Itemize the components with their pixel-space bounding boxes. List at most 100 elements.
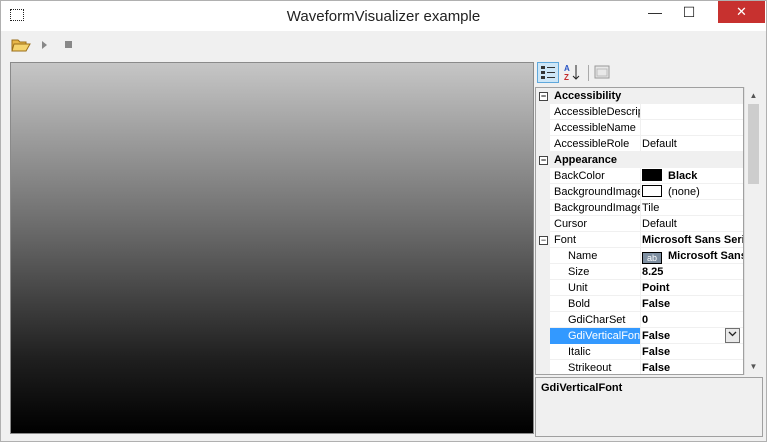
row-gutter: [536, 264, 550, 280]
title-bar: WaveformVisualizer example — ☐ ✕: [1, 1, 766, 31]
svg-text:Z: Z: [564, 73, 569, 82]
property-name: Name: [568, 250, 598, 262]
property-name: Italic: [568, 346, 591, 358]
property-value[interactable]: ab Microsoft Sans Serif: [642, 248, 743, 264]
property-row[interactable]: Cursor Default: [536, 216, 743, 232]
row-gutter: [536, 248, 550, 264]
property-value[interactable]: (none): [642, 184, 743, 200]
row-gutter: [536, 312, 550, 328]
column-divider: [640, 248, 641, 264]
font-preview: ab: [642, 252, 662, 264]
font-name-value: Microsoft Sans Serif: [668, 250, 743, 262]
play-icon[interactable]: [37, 36, 57, 54]
property-value[interactable]: False: [642, 296, 743, 312]
row-gutter: −: [536, 232, 550, 248]
property-row[interactable]: AccessibleDescription: [536, 104, 743, 120]
column-divider: [640, 280, 641, 296]
property-row[interactable]: Name ab Microsoft Sans Serif: [536, 248, 743, 264]
column-divider: [640, 104, 641, 120]
column-divider: [640, 232, 641, 248]
property-value[interactable]: 8.25: [642, 264, 743, 280]
property-row[interactable]: GdiCharSet 0: [536, 312, 743, 328]
property-value[interactable]: Tile: [642, 200, 743, 216]
property-name: GdiCharSet: [568, 314, 626, 326]
property-row[interactable]: Strikeout False: [536, 360, 743, 374]
close-button[interactable]: ✕: [718, 1, 765, 23]
scroll-down-icon[interactable]: ▼: [745, 358, 762, 375]
column-divider: [640, 168, 641, 184]
open-folder-icon[interactable]: [11, 36, 31, 54]
property-name: Bold: [568, 298, 591, 310]
property-name: AccessibleDescription: [554, 106, 640, 118]
row-gutter: [536, 344, 550, 360]
property-row[interactable]: Italic False: [536, 344, 743, 360]
row-gutter: [536, 216, 550, 232]
row-gutter: [536, 296, 550, 312]
row-gutter: [536, 360, 550, 374]
property-name: Cursor: [554, 218, 588, 230]
waveform-canvas[interactable]: [10, 62, 534, 434]
property-grid: A Z − Accessibility AccessibleDescri Acc…: [535, 59, 763, 437]
property-row[interactable]: Bold False: [536, 296, 743, 312]
property-list[interactable]: − Accessibility AccessibleDescription Ac…: [535, 87, 744, 375]
property-row[interactable]: BackgroundImageLayout Tile: [536, 200, 743, 216]
column-divider: [640, 360, 641, 374]
row-gutter: [536, 120, 550, 136]
image-swatch: [642, 185, 662, 197]
property-row[interactable]: AccessibleRole Default: [536, 136, 743, 152]
category-row[interactable]: − Appearance: [536, 152, 743, 168]
property-row[interactable]: AccessibleName: [536, 120, 743, 136]
collapse-icon[interactable]: −: [539, 92, 548, 101]
minimize-button[interactable]: —: [639, 1, 671, 23]
row-gutter: [536, 184, 550, 200]
property-value[interactable]: False: [642, 360, 743, 374]
property-row[interactable]: Size 8.25: [536, 264, 743, 280]
property-value[interactable]: Point: [642, 280, 743, 296]
property-value[interactable]: Default: [642, 216, 743, 232]
property-name: BackgroundImageLayout: [554, 202, 640, 214]
maximize-button[interactable]: ☐: [673, 1, 705, 23]
property-name: Font: [554, 234, 577, 246]
row-gutter: [536, 200, 550, 216]
property-pages-icon[interactable]: [591, 62, 613, 83]
column-divider: [640, 200, 641, 216]
backcolor-value: Black: [668, 170, 698, 182]
property-row[interactable]: Unit Point: [536, 280, 743, 296]
dropdown-button[interactable]: [725, 328, 740, 343]
property-row[interactable]: BackgroundImage (none): [536, 184, 743, 200]
scrollbar-thumb[interactable]: [748, 104, 759, 184]
column-divider: [640, 216, 641, 232]
chevron-down-icon: [728, 331, 737, 337]
main-toolbar: [1, 32, 766, 58]
row-gutter: [536, 168, 550, 184]
column-divider: [640, 184, 641, 200]
description-pane: GdiVerticalFont: [535, 377, 763, 437]
svg-text:A: A: [564, 64, 570, 73]
stop-icon[interactable]: [59, 36, 79, 54]
column-divider: [640, 264, 641, 280]
property-name: AccessibleRole: [554, 138, 630, 150]
column-divider: [640, 296, 641, 312]
category-row[interactable]: − Accessibility: [536, 88, 743, 104]
row-gutter: [536, 280, 550, 296]
alphabetical-sort-icon[interactable]: A Z: [561, 62, 583, 83]
property-name: AccessibleName: [554, 122, 636, 134]
collapse-icon[interactable]: −: [539, 236, 548, 245]
property-row[interactable]: − Font Microsoft Sans Serif, 8.25pt: [536, 232, 743, 248]
row-gutter: [536, 104, 550, 120]
property-row[interactable]: BackColor Black: [536, 168, 743, 184]
column-divider: [640, 328, 641, 344]
property-value[interactable]: Microsoft Sans Serif, 8.25pt: [642, 232, 743, 248]
property-value[interactable]: False: [642, 344, 743, 360]
color-swatch: [642, 169, 662, 181]
property-value[interactable]: Black: [642, 168, 743, 184]
app-window: WaveformVisualizer example — ☐ ✕ A Z − A…: [0, 0, 767, 442]
property-value[interactable]: Default: [642, 136, 743, 152]
property-row-selected[interactable]: GdiVerticalFont False: [536, 328, 743, 344]
collapse-icon[interactable]: −: [539, 156, 548, 165]
scroll-up-icon[interactable]: ▲: [745, 87, 762, 104]
column-divider: [640, 312, 641, 328]
property-value[interactable]: 0: [642, 312, 743, 328]
vertical-scrollbar[interactable]: ▲ ▼: [744, 87, 761, 375]
categorized-view-icon[interactable]: [537, 62, 559, 83]
